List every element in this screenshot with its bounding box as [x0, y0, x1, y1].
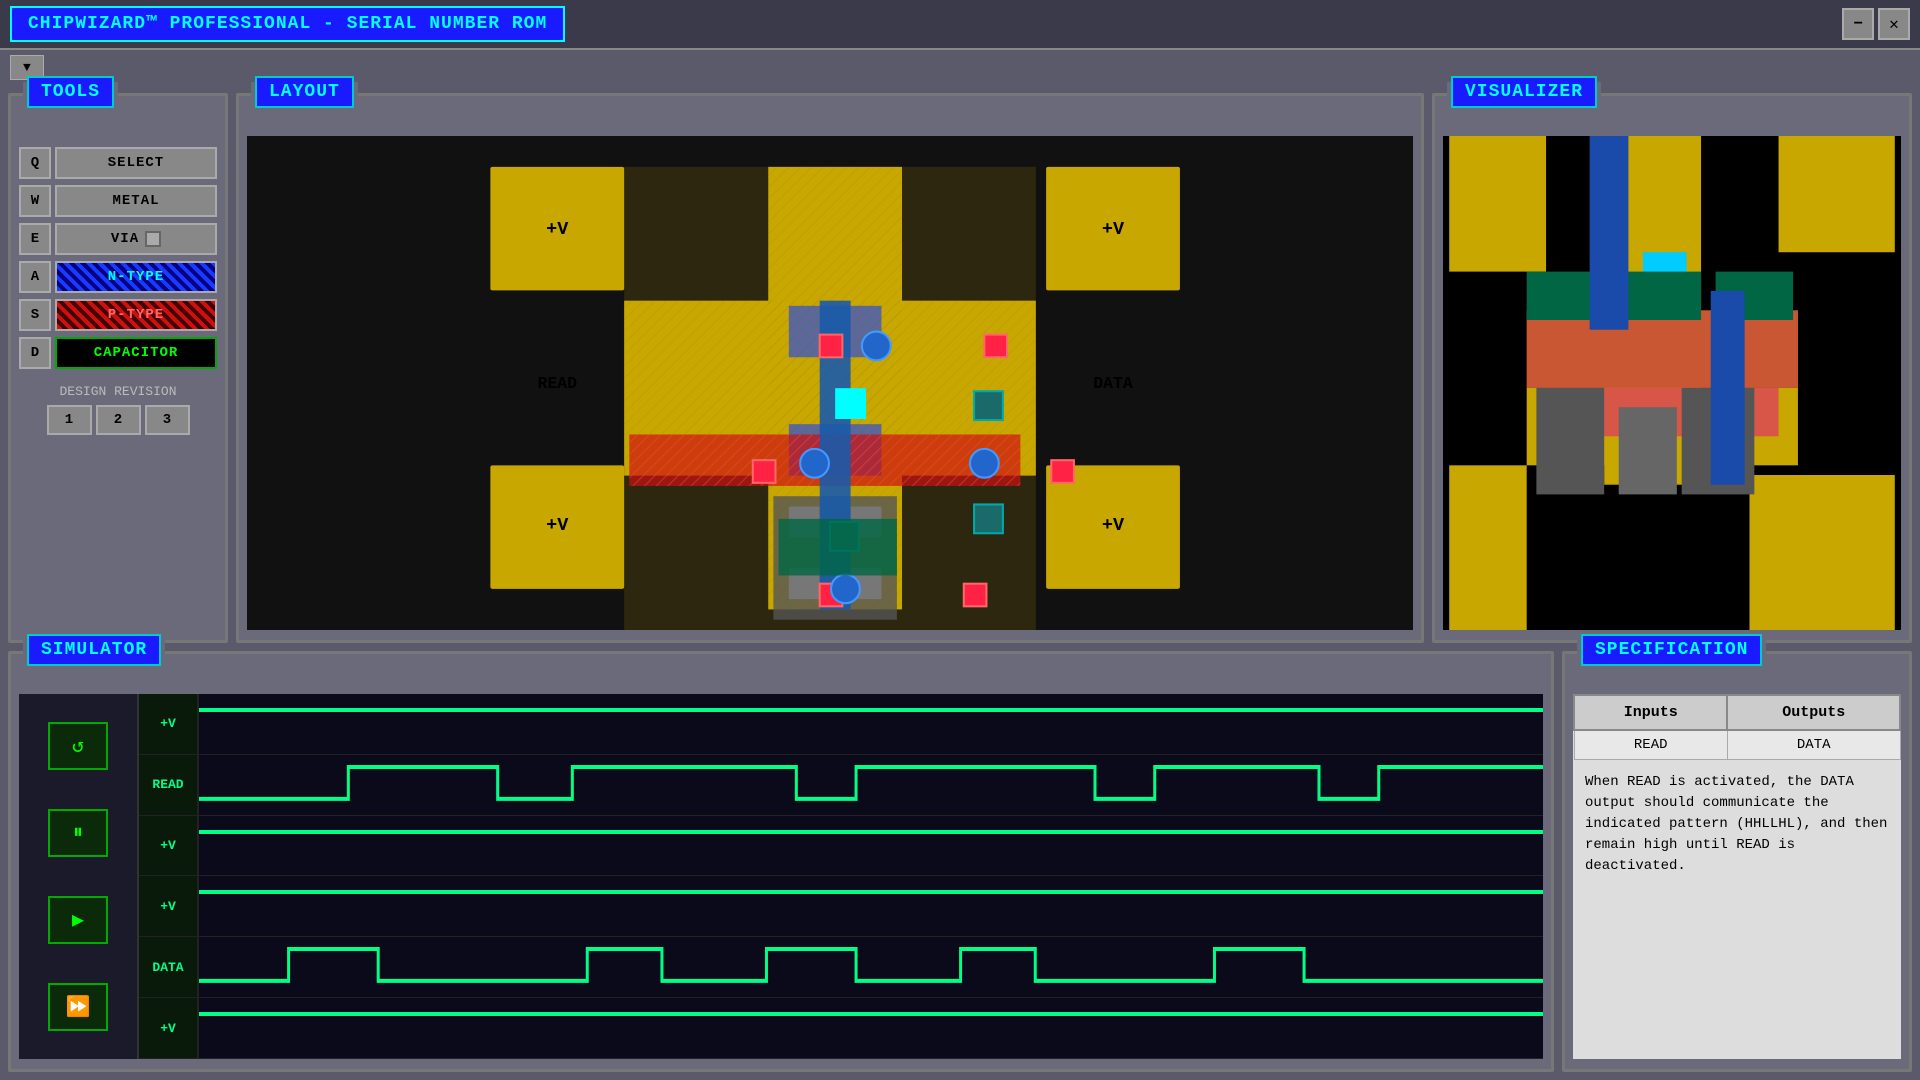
- spec-cell-data: DATA: [1727, 730, 1900, 760]
- visualizer-title: VISUALIZER: [1451, 76, 1597, 108]
- layout-panel: LAYOUT: [236, 93, 1424, 643]
- tool-key-s: S: [19, 299, 51, 331]
- title-bar: CHIPWIZARD™ PROFESSIONAL - SERIAL NUMBER…: [0, 0, 1920, 50]
- waveform-track-vplus-1: [199, 694, 1543, 754]
- tool-key-e: E: [19, 223, 51, 255]
- svg-text:+V: +V: [1102, 515, 1125, 536]
- tool-via-button[interactable]: VIA: [55, 223, 217, 255]
- top-row: TOOLS Q SELECT W METAL E VIA A N-TYPE: [8, 93, 1912, 643]
- circuit-svg: +V +V +V +V READ DATA: [247, 136, 1413, 630]
- svg-text:DATA: DATA: [1093, 374, 1133, 393]
- tool-ptype-button[interactable]: P-TYPE: [55, 299, 217, 331]
- waveform-track-read: [199, 755, 1543, 815]
- svg-text:+V: +V: [546, 219, 569, 240]
- revision-1-button[interactable]: 1: [47, 405, 92, 435]
- svg-text:+V: +V: [1102, 219, 1125, 240]
- waveform-track-data: [199, 937, 1543, 997]
- sim-pause-button[interactable]: ⏸: [48, 809, 108, 857]
- tools-title: TOOLS: [27, 76, 114, 108]
- svg-text:+V: +V: [546, 515, 569, 536]
- waveform-label-data: DATA: [139, 937, 199, 997]
- waveform-label-vplus-4: +V: [139, 998, 199, 1058]
- spec-header-inputs: Inputs: [1574, 695, 1727, 730]
- simulator-title: SIMULATOR: [27, 634, 161, 666]
- spec-cell-read: READ: [1574, 730, 1727, 760]
- specification-description: When READ is activated, the DATA output …: [1573, 760, 1901, 889]
- tool-via-row: E VIA: [11, 220, 225, 258]
- visualizer-svg: [1443, 136, 1901, 630]
- tool-metal-button[interactable]: METAL: [55, 185, 217, 217]
- revision-2-button[interactable]: 2: [96, 405, 141, 435]
- spec-row-1: READ DATA: [1574, 730, 1900, 760]
- waveform-vplus-4: +V: [139, 998, 1543, 1059]
- revision-3-button[interactable]: 3: [145, 405, 190, 435]
- simulator-waveforms: +V READ: [139, 694, 1543, 1059]
- tool-key-w: W: [19, 185, 51, 217]
- waveform-vplus-1: +V: [139, 694, 1543, 755]
- sim-fast-button[interactable]: ⏩: [48, 983, 108, 1031]
- minimize-button[interactable]: −: [1842, 8, 1874, 40]
- revision-buttons: 1 2 3: [19, 405, 217, 435]
- layout-canvas[interactable]: +V +V +V +V READ DATA: [247, 136, 1413, 630]
- specification-title: SPECIFICATION: [1581, 634, 1762, 666]
- sim-play-button[interactable]: ▶: [48, 896, 108, 944]
- waveform-track-vplus-3: [199, 876, 1543, 936]
- simulator-panel: SIMULATOR ↺ ⏸ ▶ ⏩ +V: [8, 651, 1554, 1072]
- spec-header-outputs: Outputs: [1727, 695, 1900, 730]
- specification-panel: SPECIFICATION Inputs Outputs READ DATA: [1562, 651, 1912, 1072]
- tool-key-q: Q: [19, 147, 51, 179]
- waveform-track-vplus-4: [199, 998, 1543, 1058]
- visualizer-canvas: [1443, 136, 1901, 630]
- waveform-label-vplus-1: +V: [139, 694, 199, 754]
- waveform-data: DATA: [139, 937, 1543, 998]
- waveform-read: READ: [139, 755, 1543, 816]
- window-title: CHIPWIZARD™ PROFESSIONAL - SERIAL NUMBER…: [10, 6, 565, 42]
- window-controls: − ✕: [1842, 8, 1910, 40]
- waveform-label-read: READ: [139, 755, 199, 815]
- bottom-row: SIMULATOR ↺ ⏸ ▶ ⏩ +V: [8, 651, 1912, 1072]
- waveform-label-vplus-2: +V: [139, 816, 199, 876]
- tool-key-a: A: [19, 261, 51, 293]
- tool-capacitor-button[interactable]: CAPACITOR: [55, 337, 217, 369]
- tool-ntype-row: A N-TYPE: [11, 258, 225, 296]
- tool-select-button[interactable]: SELECT: [55, 147, 217, 179]
- waveform-label-vplus-3: +V: [139, 876, 199, 936]
- visualizer-panel: VISUALIZER: [1432, 93, 1912, 643]
- layout-title: LAYOUT: [255, 76, 354, 108]
- tool-capacitor-row: D CAPACITOR: [11, 334, 225, 372]
- svg-text:READ: READ: [538, 374, 578, 393]
- via-icon: [145, 231, 161, 247]
- specification-inner: Inputs Outputs READ DATA When READ is ac…: [1573, 694, 1901, 1059]
- specification-table: Inputs Outputs READ DATA: [1573, 694, 1901, 760]
- design-revision-label: DESIGN REVISION: [19, 384, 217, 399]
- tools-panel: TOOLS Q SELECT W METAL E VIA A N-TYPE: [8, 93, 228, 643]
- tool-select-row: Q SELECT: [11, 144, 225, 182]
- simulator-inner: ↺ ⏸ ▶ ⏩ +V: [19, 694, 1543, 1059]
- sim-reset-button[interactable]: ↺: [48, 722, 108, 770]
- tool-ntype-button[interactable]: N-TYPE: [55, 261, 217, 293]
- design-revision-section: DESIGN REVISION 1 2 3: [11, 376, 225, 443]
- close-button[interactable]: ✕: [1878, 8, 1910, 40]
- waveform-vplus-2: +V: [139, 816, 1543, 877]
- simulator-controls: ↺ ⏸ ▶ ⏩: [19, 694, 139, 1059]
- tool-ptype-row: S P-TYPE: [11, 296, 225, 334]
- tool-key-d: D: [19, 337, 51, 369]
- main-content: TOOLS Q SELECT W METAL E VIA A N-TYPE: [0, 85, 1920, 1080]
- tool-metal-row: W METAL: [11, 182, 225, 220]
- waveform-vplus-3: +V: [139, 876, 1543, 937]
- waveform-track-vplus-2: [199, 816, 1543, 876]
